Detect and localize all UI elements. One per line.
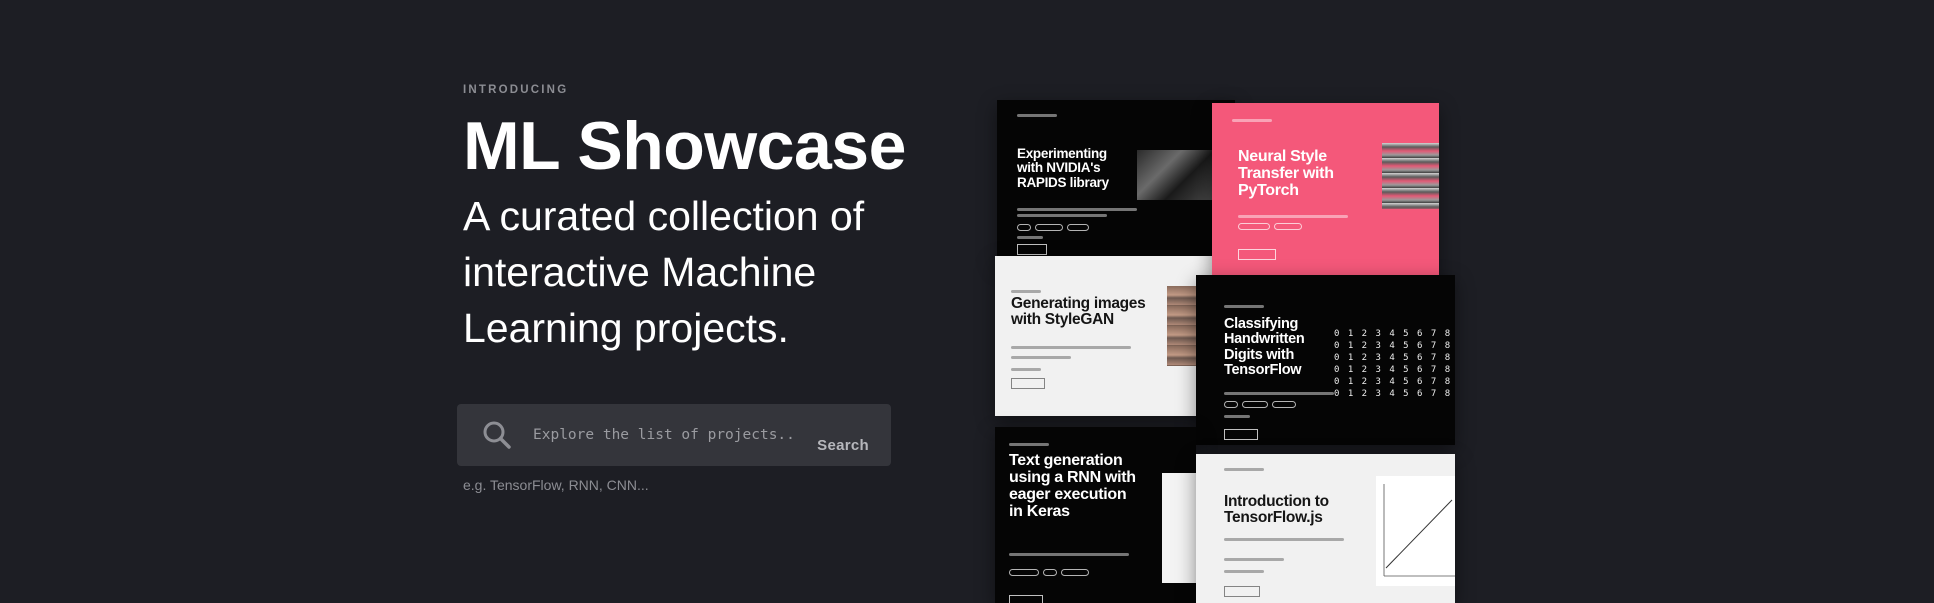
project-card-style-transfer[interactable]: Neural Style Transfer with PyTorch xyxy=(1212,103,1439,281)
search-input[interactable] xyxy=(533,420,793,450)
card-title: Experimenting with NVIDIA's RAPIDS libra… xyxy=(1017,146,1109,190)
card-image xyxy=(1137,150,1217,200)
project-card-digits[interactable]: Classifying Handwritten Digits with Tens… xyxy=(1196,275,1455,445)
search-example-hint: e.g. TensorFlow, RNN, CNN... xyxy=(463,477,649,493)
card-title: Neural Style Transfer with PyTorch xyxy=(1238,148,1334,199)
card-image-scatter-plot xyxy=(1376,476,1455,586)
page-title: ML Showcase xyxy=(463,108,906,184)
search-icon xyxy=(481,419,513,451)
project-card-rapids[interactable]: Experimenting with NVIDIA's RAPIDS libra… xyxy=(997,100,1235,262)
search-bar[interactable]: Search xyxy=(457,404,891,466)
search-button[interactable]: Search xyxy=(817,437,869,454)
digits-sample-grid: 0 1 2 3 4 5 6 7 8 0 1 2 3 4 5 6 7 8 0 1 … xyxy=(1334,329,1452,399)
card-title: Text generation using a RNN with eager e… xyxy=(1009,452,1136,520)
eyebrow-label: INTRODUCING xyxy=(463,84,569,96)
project-card-tfjs[interactable]: Introduction to TensorFlow.js xyxy=(1196,454,1455,603)
project-card-text-generation[interactable]: Text generation using a RNN with eager e… xyxy=(995,427,1196,603)
card-title: Introduction to TensorFlow.js xyxy=(1224,493,1329,527)
card-title: Generating images with StyleGAN xyxy=(1011,295,1146,329)
card-image-graph xyxy=(1162,473,1196,583)
card-image xyxy=(1382,143,1439,209)
card-title: Classifying Handwritten Digits with Tens… xyxy=(1224,316,1305,379)
hero: INTRODUCING ML Showcase A curated collec… xyxy=(463,84,963,356)
page-subtitle: A curated collection of interactive Mach… xyxy=(463,193,865,351)
